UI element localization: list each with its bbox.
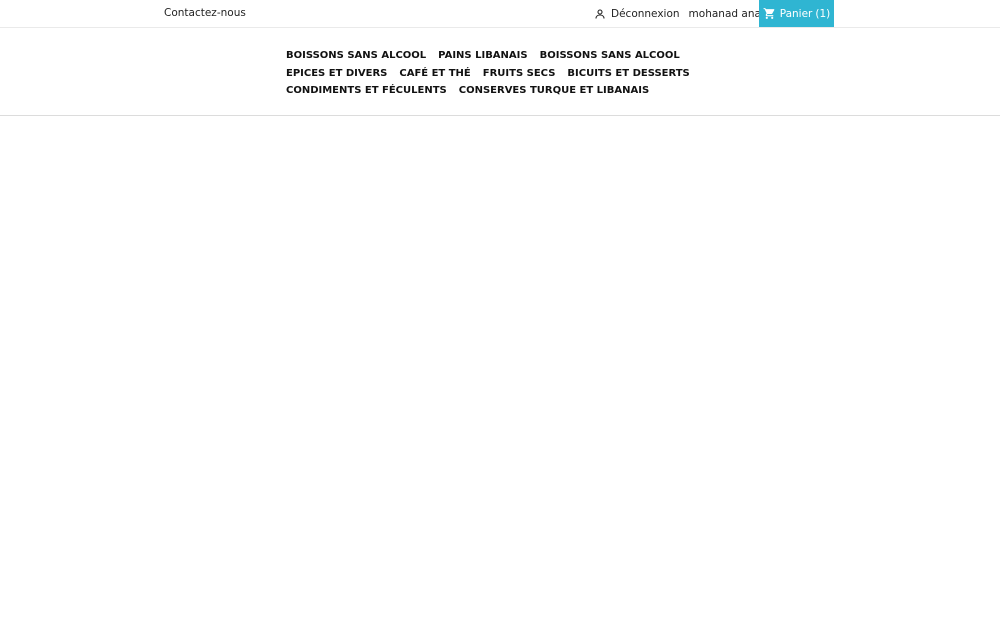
- cart-button[interactable]: Panier (1): [759, 0, 834, 27]
- top-bar: Contactez-nous Déconnexion mohanad anan …: [0, 0, 1000, 28]
- user-info: Déconnexion mohanad anan: [594, 0, 768, 27]
- cart-label: Panier: [779, 7, 813, 20]
- main-content: [0, 116, 1000, 625]
- menu-item-condiments-et-feculents[interactable]: CONDIMENTS ET FÉCULENTS: [286, 85, 447, 96]
- user-icon: [594, 8, 606, 20]
- menu-row: CONDIMENTS ET FÉCULENTS CONSERVES TURQUE…: [286, 82, 706, 100]
- account-link[interactable]: mohanad anan: [689, 8, 768, 20]
- menu-item-epices-et-divers[interactable]: EPICES ET DIVERS: [286, 68, 387, 79]
- menu-item-boissons-sans-alcool-2[interactable]: BOISSONS SANS ALCOOL: [540, 50, 680, 61]
- menu-item-fruits-secs[interactable]: FRUITS SECS: [483, 68, 556, 79]
- menu-item-biscuits-et-desserts[interactable]: BICUITS ET DESSERTS: [567, 68, 689, 79]
- cart-count: (1): [815, 7, 831, 20]
- menu-item-conserves-turque-et-libanais[interactable]: CONSERVES TURQUE ET LIBANAIS: [459, 85, 649, 96]
- menu-row: EPICES ET DIVERS CAFÉ ET THÉ FRUITS SECS…: [286, 65, 706, 83]
- category-menu: BOISSONS SANS ALCOOL PAINS LIBANAIS BOIS…: [286, 47, 706, 100]
- logout-link[interactable]: Déconnexion: [594, 8, 680, 20]
- menu-row: BOISSONS SANS ALCOOL PAINS LIBANAIS BOIS…: [286, 47, 706, 65]
- menu-item-boissons-sans-alcool[interactable]: BOISSONS SANS ALCOOL: [286, 50, 426, 61]
- header-main: BOISSONS SANS ALCOOL PAINS LIBANAIS BOIS…: [0, 28, 1000, 116]
- menu-item-pains-libanais[interactable]: PAINS LIBANAIS: [438, 50, 527, 61]
- cart-icon: [763, 7, 776, 20]
- logout-label: Déconnexion: [611, 7, 680, 20]
- menu-item-cafe-et-the[interactable]: CAFÉ ET THÉ: [399, 68, 470, 79]
- contact-link[interactable]: Contactez-nous: [164, 7, 246, 19]
